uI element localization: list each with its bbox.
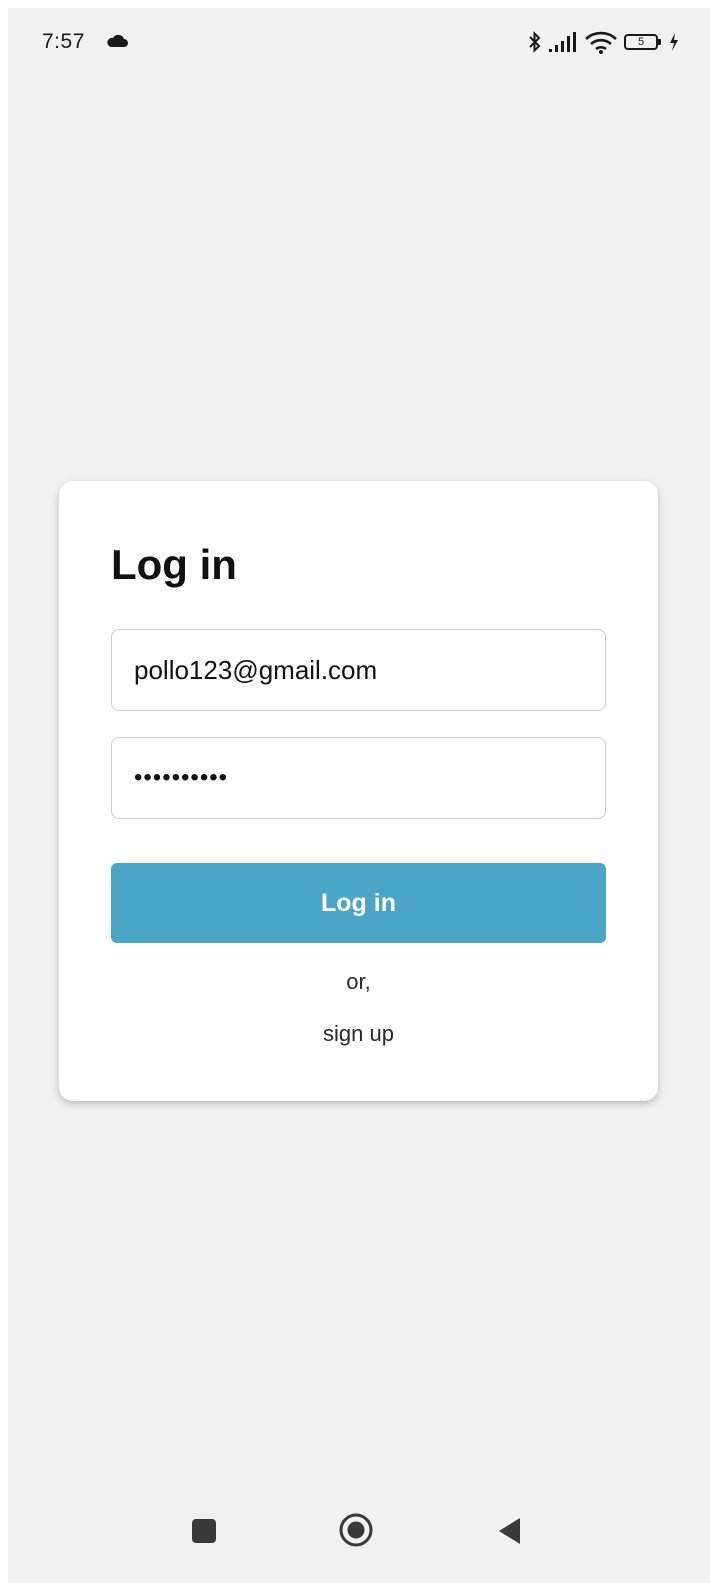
battery-level: 5 <box>637 35 645 48</box>
wifi-icon <box>585 31 617 54</box>
home-icon[interactable] <box>338 1512 374 1548</box>
password-value: •••••••••• <box>134 764 229 791</box>
battery-icon: 5 <box>624 34 661 50</box>
status-time: 7:57 <box>42 30 85 53</box>
email-field[interactable]: pollo123@gmail.com <box>111 629 606 711</box>
login-card: Log in pollo123@gmail.com •••••••••• Log… <box>59 481 658 1101</box>
status-bar: 7:57 5 <box>8 8 710 84</box>
signal-icon <box>549 32 576 52</box>
app-screen: 7:57 5 Log in pollo123@gmail.com •••••••… <box>8 8 710 1583</box>
charging-icon <box>670 33 678 51</box>
login-button[interactable]: Log in <box>111 863 606 943</box>
status-icons: 5 <box>528 28 680 56</box>
password-field[interactable]: •••••••••• <box>111 737 606 819</box>
email-value: pollo123@gmail.com <box>134 654 378 685</box>
bluetooth-icon <box>529 31 541 53</box>
back-icon[interactable] <box>496 1516 522 1546</box>
navigation-bar <box>8 1498 710 1568</box>
or-separator: or, <box>346 969 371 994</box>
cloud-icon <box>107 34 128 47</box>
signup-link[interactable]: sign up <box>59 1021 658 1047</box>
page-title: Log in <box>111 541 237 588</box>
recents-icon[interactable] <box>192 1519 216 1543</box>
